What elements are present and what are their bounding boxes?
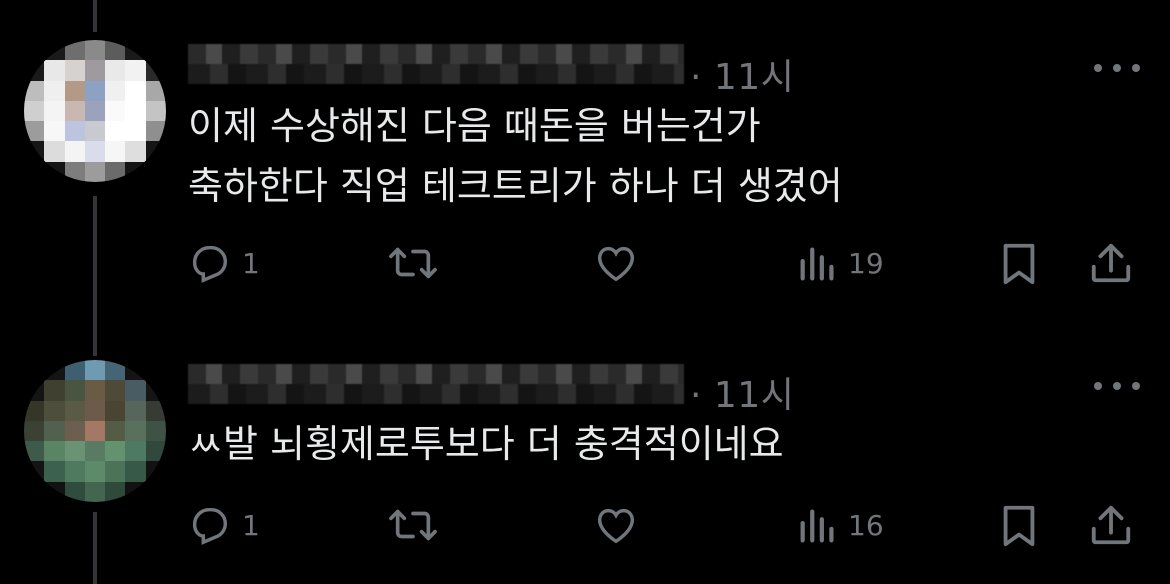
views-count: 19 (848, 246, 884, 280)
views-button[interactable]: 19 (796, 240, 884, 286)
reply-button[interactable]: 1 (186, 240, 260, 286)
bookmark-icon (1003, 243, 1035, 285)
tweet[interactable]: · 11시 이제 수상해진 다음 때돈을 버는건가 축하한다 직업 테크트리가 … (0, 0, 1170, 320)
username-blurred[interactable] (188, 364, 684, 404)
avatar[interactable] (24, 360, 166, 502)
bookmark-icon (1003, 505, 1035, 547)
bookmark-button[interactable] (998, 240, 1040, 286)
action-bar: 1 19 (0, 238, 1170, 288)
views-icon (800, 509, 834, 543)
retweet-button[interactable] (386, 240, 440, 286)
action-bar: 1 16 (0, 500, 1170, 550)
more-icon[interactable] (1094, 376, 1140, 396)
views-icon (800, 247, 834, 281)
timestamp[interactable]: · 11시 (690, 366, 794, 418)
reply-icon (192, 245, 228, 283)
like-button[interactable] (592, 240, 640, 286)
avatar[interactable] (24, 40, 166, 182)
views-button[interactable]: 16 (796, 502, 884, 548)
retweet-icon (389, 509, 437, 541)
views-count: 16 (848, 508, 884, 542)
more-icon[interactable] (1094, 58, 1140, 78)
like-icon (597, 246, 635, 282)
tweet[interactable]: · 11시 ㅆ발 뇌횡제로투보다 더 충격적이네요 1 16 (0, 320, 1170, 584)
share-button[interactable] (1088, 502, 1134, 548)
like-icon (597, 508, 635, 544)
share-button[interactable] (1088, 240, 1134, 286)
share-icon (1091, 243, 1131, 283)
like-button[interactable] (592, 502, 640, 548)
tweet-text-line: 이제 수상해진 다음 때돈을 버는건가 (188, 104, 761, 148)
retweet-icon (389, 247, 437, 279)
reply-icon (192, 507, 228, 545)
reply-count: 1 (242, 246, 260, 280)
username-blurred[interactable] (188, 44, 684, 84)
reply-count: 1 (242, 508, 260, 542)
timestamp[interactable]: · 11시 (690, 48, 794, 100)
share-icon (1091, 505, 1131, 545)
tweet-text-line: 축하한다 직업 테크트리가 하나 더 생겼어 (188, 164, 843, 208)
reply-button[interactable]: 1 (186, 502, 260, 548)
retweet-button[interactable] (386, 502, 440, 548)
tweet-text-line: ㅆ발 뇌횡제로투보다 더 충격적이네요 (188, 422, 784, 466)
bookmark-button[interactable] (998, 502, 1040, 548)
